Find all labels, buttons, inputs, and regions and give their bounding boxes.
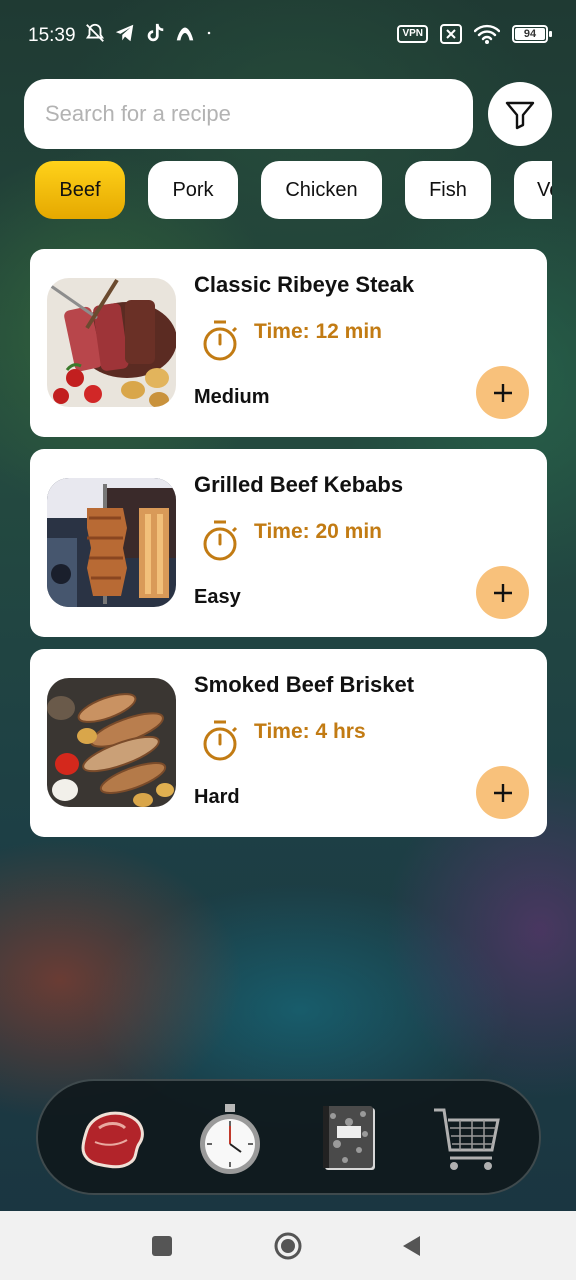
chip-label: Fish <box>429 178 467 201</box>
chip-label: Beef <box>59 178 101 201</box>
home-icon[interactable] <box>273 1231 303 1261</box>
app-icon <box>176 27 194 41</box>
battery-indicator: 94 <box>512 25 552 43</box>
recipe-time: Time: 4 hrs <box>254 720 366 743</box>
mute-icon <box>85 23 105 42</box>
steak-icon <box>81 1111 144 1169</box>
back-icon[interactable] <box>399 1233 425 1259</box>
shopping-cart-icon <box>434 1108 500 1170</box>
stopwatch-icon <box>203 320 238 361</box>
status-notification-icons <box>84 22 214 44</box>
search-input[interactable] <box>45 101 445 127</box>
stopwatch-icon <box>203 520 238 561</box>
recipe-image <box>47 278 176 407</box>
bottom-nav <box>36 1079 541 1195</box>
vpn-badge: VPN <box>397 25 428 43</box>
chip-beef[interactable]: Beef <box>35 161 125 219</box>
recipe-image <box>47 678 176 807</box>
chip-label: Ve <box>537 178 552 201</box>
nav-recipes[interactable] <box>76 1101 152 1177</box>
recipe-title: Grilled Beef Kebabs <box>194 472 404 497</box>
recipe-card[interactable]: Smoked Beef Brisket Time: 4 hrs Hard <box>30 649 547 837</box>
plus-icon <box>493 783 512 802</box>
chip-label: Chicken <box>285 178 358 201</box>
recipe-card[interactable]: Grilled Beef Kebabs Time: 20 min Easy <box>30 449 547 637</box>
telegram-icon <box>115 24 134 42</box>
recipe-card[interactable]: Classic Ribeye Steak Time: 12 min Medium <box>30 249 547 437</box>
recipe-title: Classic Ribeye Steak <box>194 272 415 297</box>
filter-icon <box>505 101 535 130</box>
recipe-title: Smoked Beef Brisket <box>194 672 415 697</box>
filter-button[interactable] <box>488 82 552 146</box>
recents-icon[interactable] <box>149 1233 175 1259</box>
nav-timer[interactable] <box>192 1101 268 1177</box>
recipe-time: Time: 20 min <box>254 520 382 543</box>
stopwatch-icon <box>200 1104 260 1174</box>
chip-pork[interactable]: Pork <box>148 161 238 219</box>
add-recipe-button[interactable] <box>476 366 529 419</box>
plus-icon <box>493 583 512 602</box>
add-recipe-button[interactable] <box>476 566 529 619</box>
recipe-difficulty: Medium <box>194 386 270 408</box>
add-recipe-button[interactable] <box>476 766 529 819</box>
status-time: 15:39 <box>28 25 76 46</box>
wifi-icon <box>474 24 500 44</box>
chip-fish[interactable]: Fish <box>405 161 491 219</box>
status-system-icons: VPN 94 <box>397 24 552 44</box>
search-bar[interactable] <box>24 79 473 149</box>
recipe-difficulty: Easy <box>194 586 241 608</box>
tiktok-icon <box>147 23 164 42</box>
chip-vegetables[interactable]: Ve <box>514 161 552 219</box>
recipe-image <box>47 478 176 607</box>
chip-label: Pork <box>172 178 214 201</box>
stopwatch-icon <box>203 720 238 761</box>
nav-shopping-cart[interactable] <box>430 1101 506 1177</box>
chip-chicken[interactable]: Chicken <box>261 161 382 219</box>
nav-notebook[interactable] <box>311 1101 387 1177</box>
system-nav-bar <box>0 1211 576 1280</box>
category-chips: Beef Pork Chicken Fish Ve <box>0 161 552 219</box>
plus-icon <box>493 383 512 402</box>
battery-level: 94 <box>515 28 545 40</box>
recipe-difficulty: Hard <box>194 786 240 808</box>
recipe-time: Time: 12 min <box>254 320 382 343</box>
notebook-icon <box>323 1106 375 1170</box>
dot-icon <box>207 31 211 35</box>
status-bar: 15:39 VPN 94 <box>0 0 576 72</box>
sim-off-icon <box>440 24 462 44</box>
